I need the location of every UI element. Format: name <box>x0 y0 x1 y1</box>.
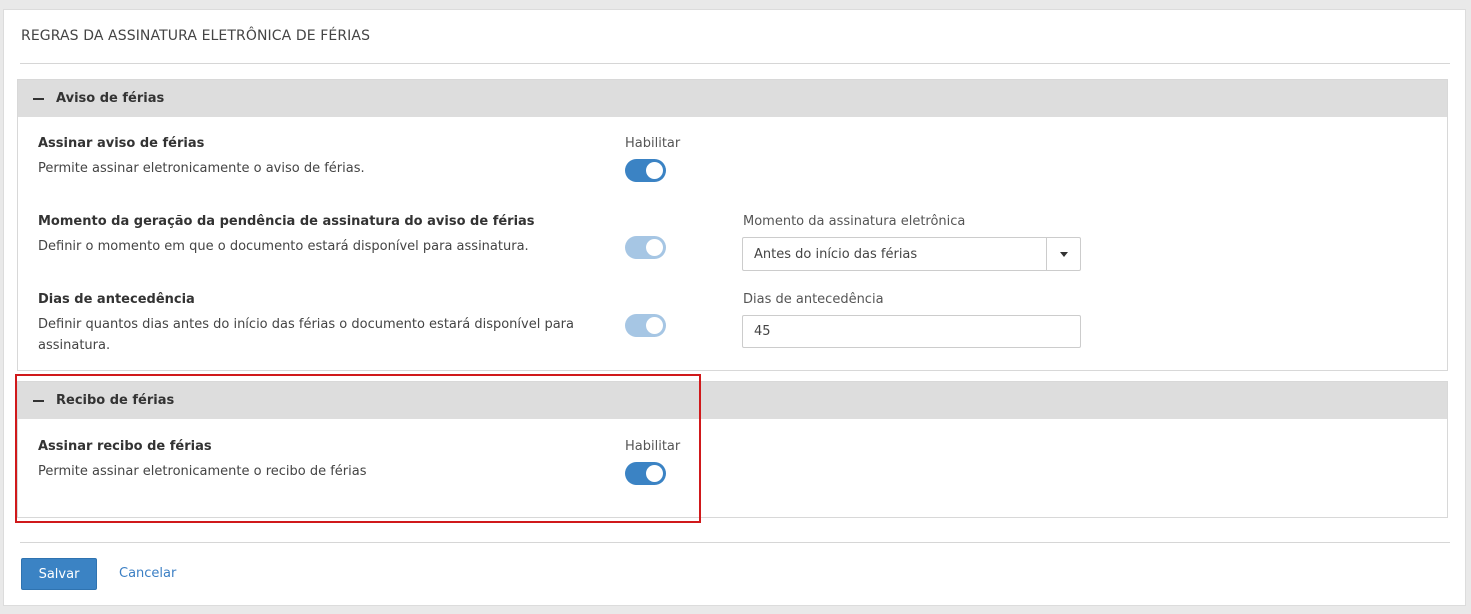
momento-select[interactable]: Antes do início das férias <box>742 237 1081 271</box>
dias-input[interactable]: 45 <box>742 315 1081 348</box>
dias-input-label: Dias de antecedência <box>743 292 884 307</box>
assinar-aviso-title: Assinar aviso de férias <box>38 136 205 151</box>
assinar-recibo-toggle-label: Habilitar <box>625 439 681 454</box>
assinar-recibo-title: Assinar recibo de férias <box>38 439 212 454</box>
recibo-section-title: Recibo de férias <box>56 393 175 408</box>
chevron-down-icon <box>1059 251 1068 257</box>
save-button[interactable]: Salvar <box>21 558 97 590</box>
dias-description-line2: assinatura. <box>38 338 111 353</box>
page-title: REGRAS DA ASSINATURA ELETRÔNICA DE FÉRIA… <box>21 28 371 44</box>
dias-description-line1: Definir quantos dias antes do início das… <box>38 317 574 332</box>
toggle-knob <box>646 465 663 482</box>
cancel-link[interactable]: Cancelar <box>119 566 176 581</box>
assinar-aviso-toggle-label: Habilitar <box>625 136 681 151</box>
momento-toggle[interactable] <box>625 236 666 259</box>
toggle-knob <box>646 162 663 179</box>
dias-toggle[interactable] <box>625 314 666 337</box>
momento-select-label: Momento da assinatura eletrônica <box>743 214 966 229</box>
assinar-recibo-description: Permite assinar eletronicamente o recibo… <box>38 464 367 479</box>
recibo-section-header[interactable]: Recibo de férias <box>18 382 1447 419</box>
momento-description: Definir o momento em que o documento est… <box>38 239 529 254</box>
assinar-aviso-description: Permite assinar eletronicamente o aviso … <box>38 161 365 176</box>
momento-title: Momento da geração da pendência de assin… <box>38 214 535 229</box>
title-divider <box>20 63 1450 64</box>
toggle-knob <box>646 239 663 256</box>
momento-select-value: Antes do início das férias <box>754 246 918 262</box>
assinar-aviso-toggle[interactable] <box>625 159 666 182</box>
collapse-minus-icon[interactable] <box>33 97 44 100</box>
collapse-minus-icon[interactable] <box>33 399 44 402</box>
toggle-knob <box>646 317 663 334</box>
aviso-section-header[interactable]: Aviso de férias <box>18 80 1447 117</box>
assinar-recibo-toggle[interactable] <box>625 462 666 485</box>
footer-divider <box>20 542 1450 543</box>
dias-title: Dias de antecedência <box>38 292 195 307</box>
aviso-section-title: Aviso de férias <box>56 91 165 106</box>
select-caret-button[interactable] <box>1046 238 1080 270</box>
recibo-section: Recibo de férias <box>17 381 1448 518</box>
